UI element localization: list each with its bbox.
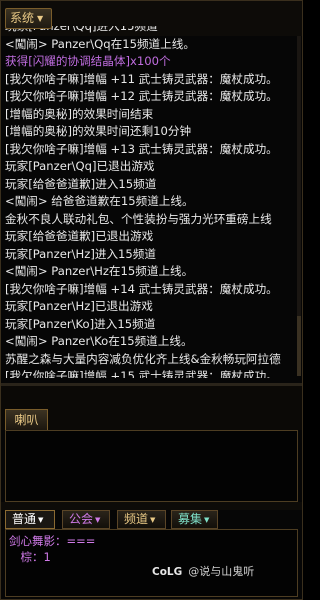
message-line: 苏醒之森与大量内容减负优化齐上线&金秋畅玩阿拉德: [5, 351, 281, 366]
message-line: 玩家[Panzer\Ko]进入15频道: [5, 316, 156, 331]
message-line: [增幅的奥秘]的效果时间结束: [5, 106, 154, 121]
chevron-down-icon: ▼: [95, 516, 101, 524]
tab-normal-label: 普通: [12, 512, 37, 526]
system-tab[interactable]: 系统 ▼: [5, 8, 52, 29]
tab-recruit-label: 募集: [178, 512, 203, 526]
chat-window: 玩家[Panzer\Qq]进入15频道 <闖闹> Panzer\Qq在15频道上线…: [0, 0, 303, 600]
input-line: 剑心舞影：===: [9, 534, 96, 548]
message-line: <闖闹> 给爸爸道歉在15频道上线。: [5, 194, 194, 208]
watermark: CoLG @说与山鬼听: [152, 563, 254, 579]
message-line: [我欠你啥子嘛]增幅 +12 武士铸灵武器：魔杖成功。: [5, 89, 278, 103]
tab-channel-label: 频道: [124, 512, 149, 526]
tab-guild-label: 公会: [69, 512, 94, 526]
message-line: 玩家[给爸爸道歉]已退出游戏: [5, 229, 154, 243]
message-line: 获得[闪耀的协调结晶体]x100个: [5, 54, 171, 68]
message-line: 玩家[Panzer\Hz]进入15频道: [5, 246, 156, 261]
scrollbar-thumb[interactable]: [297, 316, 301, 376]
tab-guild[interactable]: 公会 ▼: [62, 510, 110, 529]
message-line: [我欠你啥子嘛]增幅 +11 武士铸灵武器：魔杖成功。: [5, 71, 278, 86]
horn-tab-label: 喇叭: [14, 413, 39, 427]
message-line: <闖闹> Panzer\Qq在15频道上线。: [5, 36, 195, 51]
message-line: 玩家[给爸爸道歉]进入15频道: [5, 176, 157, 191]
system-tab-label: 系统: [10, 11, 35, 25]
chevron-down-icon: ▼: [204, 516, 210, 524]
channel-tabs: 普通 ▼ 公会 ▼ 频道 ▼ 募集 ▼: [0, 510, 303, 529]
message-line: 玩家[Panzer\Hz]已退出游戏: [5, 299, 153, 313]
watermark-text: @说与山鬼听: [188, 565, 255, 578]
tab-channel[interactable]: 频道 ▼: [117, 510, 166, 529]
message-line: <闖闹> Panzer\Hz在15频道上线。: [5, 264, 194, 278]
message-line: <闖闹> Panzer\Ko在15频道上线。: [5, 334, 193, 348]
message-log[interactable]: 玩家[Panzer\Qq]进入15频道 <闖闹> Panzer\Qq在15频道上线…: [5, 26, 295, 378]
input-line: 棕：1: [9, 550, 51, 564]
horn-tab[interactable]: 喇叭: [5, 409, 48, 431]
chevron-down-icon: ▼: [150, 516, 156, 524]
tab-normal[interactable]: 普通 ▼: [5, 510, 55, 529]
chevron-down-icon: ▼: [38, 516, 44, 524]
colg-logo: CoLG: [152, 566, 183, 578]
message-line: [我欠你啥子嘛]增幅 +13 武士铸灵武器：魔杖成功。: [5, 141, 278, 156]
message-scrollbar[interactable]: [297, 36, 301, 376]
message-line: [我欠你啥子嘛]增幅 +15 武士铸灵武器：魔杖成功。: [5, 369, 278, 378]
message-line: [我欠你啥子嘛]增幅 +14 武士铸灵武器：魔杖成功。: [5, 281, 278, 296]
message-line: 玩家[Panzer\Qq]已退出游戏: [5, 159, 155, 173]
message-line: [增幅的奥秘]的效果时间还剩10分钟: [5, 124, 192, 138]
chevron-down-icon: ▼: [37, 14, 44, 23]
horn-message-panel: [5, 430, 298, 502]
message-line: 金秋不良人联动礼包、个性装扮与强力光环重磅上线: [5, 211, 272, 226]
tab-recruit[interactable]: 募集 ▼: [171, 510, 218, 529]
divider: [0, 502, 303, 510]
